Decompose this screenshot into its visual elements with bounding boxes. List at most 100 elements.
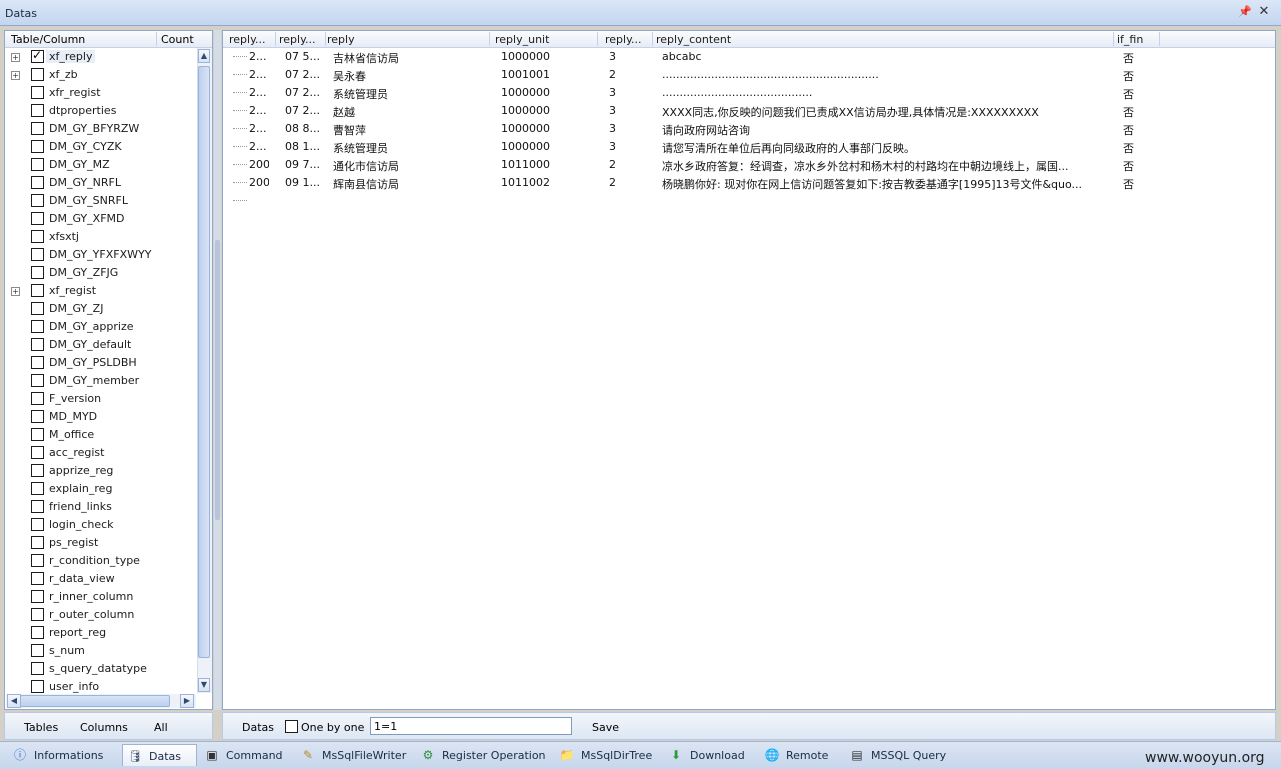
table-cell[interactable]: 2 <box>609 176 629 189</box>
tree-item-checkbox[interactable] <box>31 68 44 81</box>
tree-item-checkbox[interactable] <box>31 392 44 405</box>
table-cell[interactable]: abcabc <box>662 50 1111 63</box>
tree-item-label[interactable]: user_info <box>49 680 99 693</box>
table-cell[interactable]: 否 <box>1123 50 1157 66</box>
tree-item[interactable]: s_num <box>5 642 197 660</box>
table-cell[interactable]: 3 <box>609 140 629 153</box>
tree-item-label[interactable]: DM_GY_ZFJG <box>49 266 118 279</box>
table-row[interactable]: 200 09 1... 辉南县信访局 1011002 2 杨晓鹏你好: 现对你在网上信访问… <box>223 174 1275 192</box>
tree-item-label[interactable]: login_check <box>49 518 114 531</box>
tree-item-label[interactable]: DM_GY_ZJ <box>49 302 103 315</box>
tree-item[interactable]: friend_links <box>5 498 197 516</box>
tree-item-label[interactable]: MD_MYD <box>49 410 97 423</box>
tab-register-operation[interactable]: ⚙ Register Operation <box>416 744 551 766</box>
grid-column-header[interactable]: reply... <box>605 33 650 46</box>
table-cell[interactable]: 3 <box>609 104 629 117</box>
tree-item-checkbox[interactable] <box>31 374 44 387</box>
grid-column-header[interactable]: if_fin <box>1117 33 1157 46</box>
tree-item-checkbox[interactable] <box>31 644 44 657</box>
tree-item-label[interactable]: apprize_reg <box>49 464 113 477</box>
tree-item[interactable]: DM_GY_YFXFXWYY <box>5 246 197 264</box>
tree-item-checkbox[interactable] <box>31 356 44 369</box>
table-row[interactable]: 2... 08 1... 系统管理员 1000000 3 请您写清所在单位后再向同级政府的… <box>223 138 1275 156</box>
tab-remote[interactable]: 🌐 Remote <box>760 744 841 766</box>
one-by-one-label[interactable]: One by one <box>301 721 364 734</box>
tree-item-checkbox[interactable] <box>31 680 44 693</box>
table-row[interactable]: 2... 07 2... 系统管理员 1000000 3................… <box>223 84 1275 102</box>
table-cell[interactable]: ........................................… <box>662 68 1111 81</box>
tree-column-header-table[interactable]: Table/Column <box>11 33 85 46</box>
tree-item-checkbox[interactable] <box>31 212 44 225</box>
tree-item[interactable]: s_query_datatype <box>5 660 197 678</box>
table-cell[interactable]: XXXX同志,你反映的问题我们已责成XX信访局办理,具体情况是:XXXXXXXX… <box>662 104 1111 120</box>
table-cell[interactable]: 2... <box>249 68 269 81</box>
table-cell[interactable]: 吴永春 <box>333 68 487 84</box>
tree-item-label[interactable]: xfr_regist <box>49 86 101 99</box>
tree-item-label[interactable]: acc_regist <box>49 446 104 459</box>
tree-item-checkbox[interactable] <box>31 338 44 351</box>
tree-item-checkbox[interactable] <box>31 48 44 63</box>
tree-item[interactable]: apprize_reg <box>5 462 197 480</box>
tree-item-label[interactable]: explain_reg <box>49 482 112 495</box>
table-cell[interactable]: 09 7... <box>285 158 323 171</box>
tree-item-checkbox[interactable] <box>31 590 44 603</box>
tree-item-checkbox[interactable] <box>31 140 44 153</box>
tree-item[interactable]: M_office <box>5 426 197 444</box>
table-row[interactable]: 2... 07 2... 赵越 1000000 3 XXXX同志,你反映的问题我们已责成X… <box>223 102 1275 120</box>
pin-icon[interactable]: 📌 <box>1238 5 1252 19</box>
tree-item-label[interactable]: friend_links <box>49 500 112 513</box>
tree-item[interactable]: DM_GY_SNRFL <box>5 192 197 210</box>
table-cell[interactable]: 否 <box>1123 68 1157 84</box>
tab-informations[interactable]: ⓘ Informations <box>8 744 120 766</box>
expand-icon[interactable]: + <box>11 287 20 296</box>
tree-item-label[interactable]: DM_GY_BFYRZW <box>49 122 139 135</box>
grid-column-header[interactable]: reply <box>327 33 487 46</box>
table-cell[interactable]: 07 2... <box>285 104 323 117</box>
table-cell[interactable]: 07 2... <box>285 68 323 81</box>
tree-item-label[interactable]: DM_GY_CYZK <box>49 140 122 153</box>
tree-item-label[interactable]: DM_GY_MZ <box>49 158 110 171</box>
table-cell[interactable]: 吉林省信访局 <box>333 50 487 66</box>
table-cell[interactable]: 曹智萍 <box>333 122 487 138</box>
table-cell[interactable]: 赵越 <box>333 104 487 120</box>
scroll-right-icon[interactable]: ▶ <box>180 694 194 708</box>
tree-item-checkbox[interactable] <box>31 176 44 189</box>
tree-item-checkbox[interactable] <box>31 608 44 621</box>
tree-item-label[interactable]: s_num <box>49 644 85 657</box>
tree-item-checkbox[interactable] <box>31 230 44 243</box>
tree-item[interactable]: DM_GY_apprize <box>5 318 197 336</box>
tree-item-checkbox[interactable] <box>31 464 44 477</box>
table-cell[interactable]: 1000000 <box>501 140 595 153</box>
table-cell[interactable]: 2 <box>609 68 629 81</box>
tab-mssqlfilewriter[interactable]: ✎ MsSqlFileWriter <box>296 744 412 766</box>
table-row[interactable]: 200 09 7... 通化市信访局 1011000 2 凉水乡政府答复：经调查，凉水乡外… <box>223 156 1275 174</box>
tree-item[interactable]: DM_GY_default <box>5 336 197 354</box>
tree-item[interactable]: xfr_regist <box>5 84 197 102</box>
one-by-one-checkbox[interactable] <box>285 720 298 733</box>
tree-item-label[interactable]: DM_GY_default <box>49 338 131 351</box>
tree-item-checkbox[interactable] <box>31 320 44 333</box>
tree-item[interactable]: DM_GY_member <box>5 372 197 390</box>
tree-item-label[interactable]: DM_GY_member <box>49 374 139 387</box>
table-cell[interactable]: 2... <box>249 86 269 99</box>
tree-item-label[interactable]: DM_GY_NRFL <box>49 176 121 189</box>
tree-item[interactable]: r_condition_type <box>5 552 197 570</box>
grid-column-header[interactable]: reply... <box>279 33 323 46</box>
scroll-left-icon[interactable]: ◀ <box>7 694 21 708</box>
tree-item-checkbox[interactable] <box>31 410 44 423</box>
tree-item-label[interactable]: DM_GY_SNRFL <box>49 194 128 207</box>
expand-icon[interactable]: + <box>11 53 20 62</box>
tree-vertical-scroll-thumb[interactable] <box>198 66 210 658</box>
table-cell[interactable]: 辉南县信访局 <box>333 176 487 192</box>
scroll-down-icon[interactable]: ▼ <box>198 678 210 692</box>
filter-all-tab[interactable]: All <box>154 721 168 734</box>
grid-column-header[interactable]: reply_unit <box>495 33 595 46</box>
tree-item[interactable]: ps_regist <box>5 534 197 552</box>
table-cell[interactable]: 2 <box>609 158 629 171</box>
table-cell[interactable]: 1011000 <box>501 158 595 171</box>
tree-item-checkbox[interactable] <box>31 662 44 675</box>
tree-item-label[interactable]: xfsxtj <box>49 230 79 243</box>
tree-horizontal-scroll-thumb[interactable] <box>20 695 170 707</box>
tree-item[interactable]: F_version <box>5 390 197 408</box>
tree-item-checkbox[interactable] <box>31 266 44 279</box>
